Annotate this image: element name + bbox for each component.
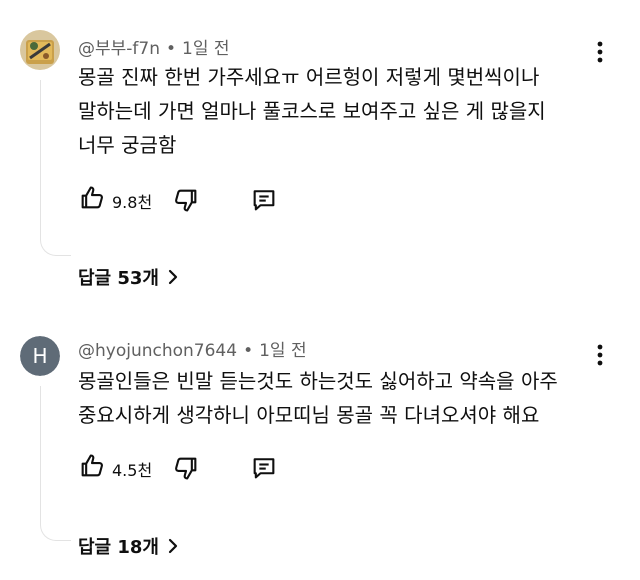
replies-count: 답글 53개 bbox=[78, 268, 159, 289]
view-replies-button[interactable]: 답글 53개 bbox=[78, 264, 179, 290]
chevron-right-icon bbox=[168, 269, 178, 285]
comment-actions: 9.8천 bbox=[78, 184, 338, 216]
thumbs-down-icon bbox=[175, 189, 197, 212]
separator-dot: • bbox=[166, 39, 177, 59]
dislike-button[interactable] bbox=[172, 186, 200, 218]
view-replies-button[interactable]: 답글 18개 bbox=[78, 533, 179, 559]
reply-button[interactable] bbox=[250, 186, 278, 218]
comment-header: @hyojunchon7644 • 1일 전 bbox=[78, 336, 307, 361]
comment-line: 중요시하게 생각하니 아모띠님 몽골 꼭 다녀오셔야 해요 bbox=[78, 403, 540, 427]
comment-text: 몽골인들은 빈말 듣는것도 하는것도 싫어하고 약속을 아주 중요시하게 생각하… bbox=[78, 364, 598, 432]
comment-header: @부부-f7n • 1일 전 bbox=[78, 34, 230, 59]
avatar[interactable] bbox=[20, 30, 60, 70]
like-button[interactable] bbox=[78, 184, 106, 216]
thread-line bbox=[40, 80, 71, 256]
like-count: 4.5천 bbox=[112, 461, 153, 480]
comment-icon bbox=[253, 190, 275, 211]
comment-icon bbox=[253, 458, 275, 479]
avatar-letter: H bbox=[32, 344, 48, 368]
comment-line: 말하는데 가면 얼마나 풀코스로 보여주고 싶은 게 많을지 bbox=[78, 99, 546, 123]
comments-section: @부부-f7n • 1일 전 몽골 진짜 한번 가주세요ㅠ 어르헝이 저렇게 몇번씩… bbox=[0, 0, 640, 580]
replies-count: 답글 18개 bbox=[78, 537, 159, 558]
author-name[interactable]: @부부-f7n bbox=[78, 39, 160, 59]
reply-button[interactable] bbox=[250, 454, 278, 486]
photo-avatar-icon bbox=[20, 30, 60, 70]
thumbs-up-icon bbox=[81, 454, 103, 477]
comment-line: 너무 궁금함 bbox=[78, 133, 177, 157]
like-button[interactable] bbox=[78, 452, 106, 484]
comment-line: 몽골인들은 빈말 듣는것도 하는것도 싫어하고 약속을 아주 bbox=[78, 369, 558, 393]
avatar[interactable]: H bbox=[20, 336, 60, 376]
author-name[interactable]: @hyojunchon7644 bbox=[78, 341, 237, 361]
separator-dot: • bbox=[243, 341, 254, 361]
thumbs-up-icon bbox=[81, 186, 103, 209]
comment-text: 몽골 진짜 한번 가주세요ㅠ 어르헝이 저렇게 몇번씩이나 말하는데 가면 얼마… bbox=[78, 60, 598, 162]
comment-time[interactable]: 1일 전 bbox=[259, 341, 307, 361]
thumbs-down-icon bbox=[175, 457, 197, 480]
comment-line: 몽골 진짜 한번 가주세요ㅠ 어르헝이 저렇게 몇번씩이나 bbox=[78, 65, 540, 89]
kebab-menu-icon bbox=[597, 344, 603, 366]
comment-time[interactable]: 1일 전 bbox=[182, 39, 230, 59]
dislike-button[interactable] bbox=[172, 454, 200, 486]
chevron-right-icon bbox=[168, 538, 178, 554]
like-count: 9.8천 bbox=[112, 193, 153, 212]
thread-line bbox=[40, 386, 71, 541]
comment-actions: 4.5천 bbox=[78, 452, 338, 484]
